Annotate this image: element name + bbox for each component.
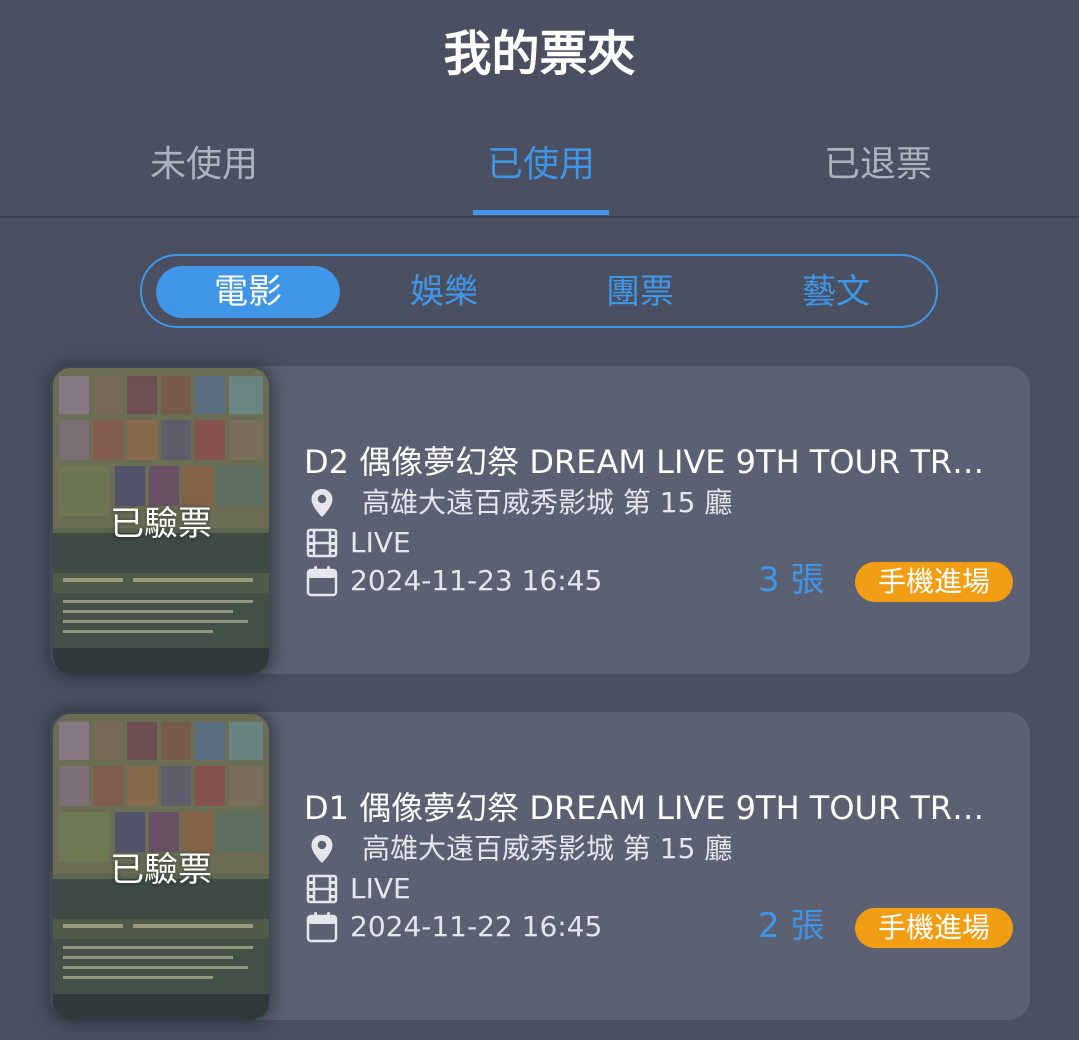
location-row: 高雄大遠百威秀影城 第 15 廳 [306,830,732,867]
format-row: LIVE [306,524,411,561]
datetime-text: 2024-11-23 16:45 [350,564,603,597]
event-poster: 已驗票 [53,368,269,674]
location-pin-icon [306,833,338,865]
tab-refunded[interactable]: 已退票 [778,142,978,188]
category-group-ticket[interactable]: 團票 [548,266,732,318]
event-title: D1 偶像夢幻祭 DREAM LIVE 9TH TOUR TR… [304,789,985,827]
venue-text: 高雄大遠百威秀影城 第 15 廳 [362,486,733,519]
mobile-entry-badge[interactable]: 手機進場 [855,908,1013,948]
category-entertainment[interactable]: 娛樂 [352,266,536,318]
format-text: LIVE [350,526,411,559]
verified-stamp: 已驗票 [110,850,212,890]
event-poster: 已驗票 [53,714,269,1020]
tab-unused[interactable]: 未使用 [104,142,304,188]
location-pin-icon [306,487,338,519]
date-row: 2024-11-22 16:45 [306,908,602,945]
ticket-card[interactable]: 已驗票 D1 偶像夢幻祭 DREAM LIVE 9TH TOUR TR… 高雄大… [50,712,1030,1020]
ticket-quantity: 3 張 [758,560,825,600]
category-movie[interactable]: 電影 [156,266,340,318]
datetime-text: 2024-11-22 16:45 [350,910,603,943]
ticket-quantity: 2 張 [758,906,825,946]
verified-stamp: 已驗票 [110,504,212,544]
ticket-status-tabs: 未使用 已使用 已退票 [0,130,1079,218]
film-icon [306,527,338,559]
page-title: 我的票夾 [443,26,636,82]
ticket-card[interactable]: 已驗票 D2 偶像夢幻祭 DREAM LIVE 9TH TOUR TR… 高雄大… [50,366,1030,674]
format-row: LIVE [306,870,411,907]
calendar-icon [306,911,338,943]
calendar-icon [306,565,338,597]
event-title: D2 偶像夢幻祭 DREAM LIVE 9TH TOUR TR… [304,443,985,481]
active-tab-indicator [473,210,609,215]
date-row: 2024-11-23 16:45 [306,562,602,599]
category-arts[interactable]: 藝文 [744,266,928,318]
category-segmented-control: 電影 娛樂 團票 藝文 [140,254,938,328]
mobile-entry-badge[interactable]: 手機進場 [855,562,1013,602]
location-row: 高雄大遠百威秀影城 第 15 廳 [306,484,732,521]
venue-text: 高雄大遠百威秀影城 第 15 廳 [362,832,733,865]
tab-used[interactable]: 已使用 [441,142,641,188]
film-icon [306,873,338,905]
format-text: LIVE [350,872,411,905]
